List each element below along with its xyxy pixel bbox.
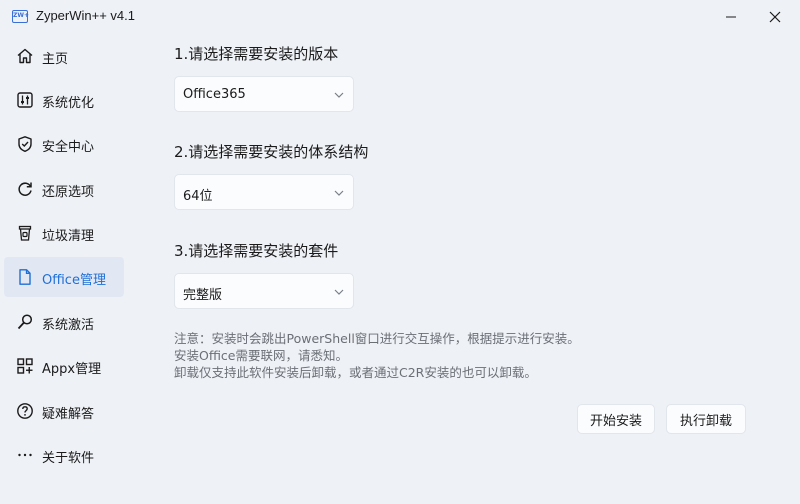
home-icon bbox=[16, 47, 34, 65]
start-install-button[interactable]: 开始安装 bbox=[577, 404, 655, 434]
architecture-select-value: 64位 bbox=[183, 189, 213, 204]
sidebar-item-optimize[interactable]: 系统优化 bbox=[4, 80, 124, 120]
uninstall-button[interactable]: 执行卸载 bbox=[666, 404, 746, 434]
sidebar-item-appx[interactable]: Appx管理 bbox=[4, 346, 124, 386]
close-button[interactable] bbox=[752, 0, 798, 34]
more-icon bbox=[16, 446, 34, 464]
version-select-value: Office365 bbox=[183, 87, 246, 102]
sliders-icon bbox=[16, 91, 34, 109]
sidebar-item-label: 系统激活 bbox=[42, 318, 95, 333]
install-notes: 注意：安装时会跳出PowerShell窗口进行交互操作，根据提示进行安装。 安装… bbox=[174, 330, 580, 381]
title-bar: ZW+ ZyperWin++ v4.1 bbox=[0, 0, 800, 34]
sidebar-item-office[interactable]: Office管理 bbox=[4, 257, 124, 297]
sidebar-item-label: 垃圾清理 bbox=[42, 229, 95, 244]
suite-select[interactable]: 完整版 bbox=[174, 273, 354, 309]
sidebar-item-security[interactable]: 安全中心 bbox=[4, 124, 124, 164]
app-title: ZyperWin++ v4.1 bbox=[36, 8, 135, 23]
note-line: 安装Office需要联网，请悉知。 bbox=[174, 348, 348, 363]
sidebar-item-label: 安全中心 bbox=[42, 140, 95, 155]
sidebar-item-cleanup[interactable]: 垃圾清理 bbox=[4, 213, 124, 253]
note-line: 注意：安装时会跳出PowerShell窗口进行交互操作，根据提示进行安装。 bbox=[174, 331, 580, 346]
trash-icon bbox=[16, 224, 34, 242]
sidebar-item-label: Appx管理 bbox=[42, 362, 102, 377]
shield-icon bbox=[16, 135, 34, 153]
step2-title: 2.请选择需要安装的体系结构 bbox=[174, 143, 369, 161]
app-window: ZW+ ZyperWin++ v4.1 主页 系统优化 安全中心 还原选项 垃圾… bbox=[0, 0, 800, 504]
sidebar-item-label: Office管理 bbox=[42, 273, 106, 288]
sidebar-item-label: 还原选项 bbox=[42, 185, 95, 200]
sidebar-item-restore[interactable]: 还原选项 bbox=[4, 169, 124, 209]
sidebar-item-label: 主页 bbox=[42, 52, 69, 67]
chevron-down-icon bbox=[334, 190, 344, 196]
version-select[interactable]: Office365 bbox=[174, 76, 354, 112]
sidebar-item-help[interactable]: 疑难解答 bbox=[4, 391, 124, 431]
sidebar-item-activation[interactable]: 系统激活 bbox=[4, 302, 124, 342]
apps-icon bbox=[16, 357, 34, 375]
note-line: 卸载仅支持此软件安装后卸载，或者通过C2R安装的也可以卸载。 bbox=[174, 365, 537, 380]
minimize-icon bbox=[726, 16, 736, 18]
close-icon bbox=[769, 11, 781, 23]
step3-title: 3.请选择需要安装的套件 bbox=[174, 242, 339, 260]
sidebar-item-home[interactable]: 主页 bbox=[4, 36, 124, 76]
app-logo-icon: ZW+ bbox=[12, 10, 29, 23]
help-icon bbox=[16, 402, 34, 420]
main-content: 1.请选择需要安装的版本 Office365 2.请选择需要安装的体系结构 64… bbox=[128, 34, 800, 504]
sidebar-item-about[interactable]: 关于软件 bbox=[4, 435, 124, 475]
suite-select-value: 完整版 bbox=[183, 288, 223, 303]
sidebar-item-label: 关于软件 bbox=[42, 451, 95, 466]
architecture-select[interactable]: 64位 bbox=[174, 174, 354, 210]
refresh-icon bbox=[16, 180, 34, 198]
chevron-down-icon bbox=[334, 92, 344, 98]
sidebar-item-label: 系统优化 bbox=[42, 96, 95, 111]
key-icon bbox=[16, 313, 34, 331]
minimize-button[interactable] bbox=[708, 0, 754, 34]
step1-title: 1.请选择需要安装的版本 bbox=[174, 45, 339, 63]
sidebar-item-label: 疑难解答 bbox=[42, 407, 95, 422]
document-icon bbox=[16, 268, 34, 286]
sidebar: 主页 系统优化 安全中心 还原选项 垃圾清理 Office管理 系统激活 App… bbox=[0, 34, 128, 504]
chevron-down-icon bbox=[334, 289, 344, 295]
